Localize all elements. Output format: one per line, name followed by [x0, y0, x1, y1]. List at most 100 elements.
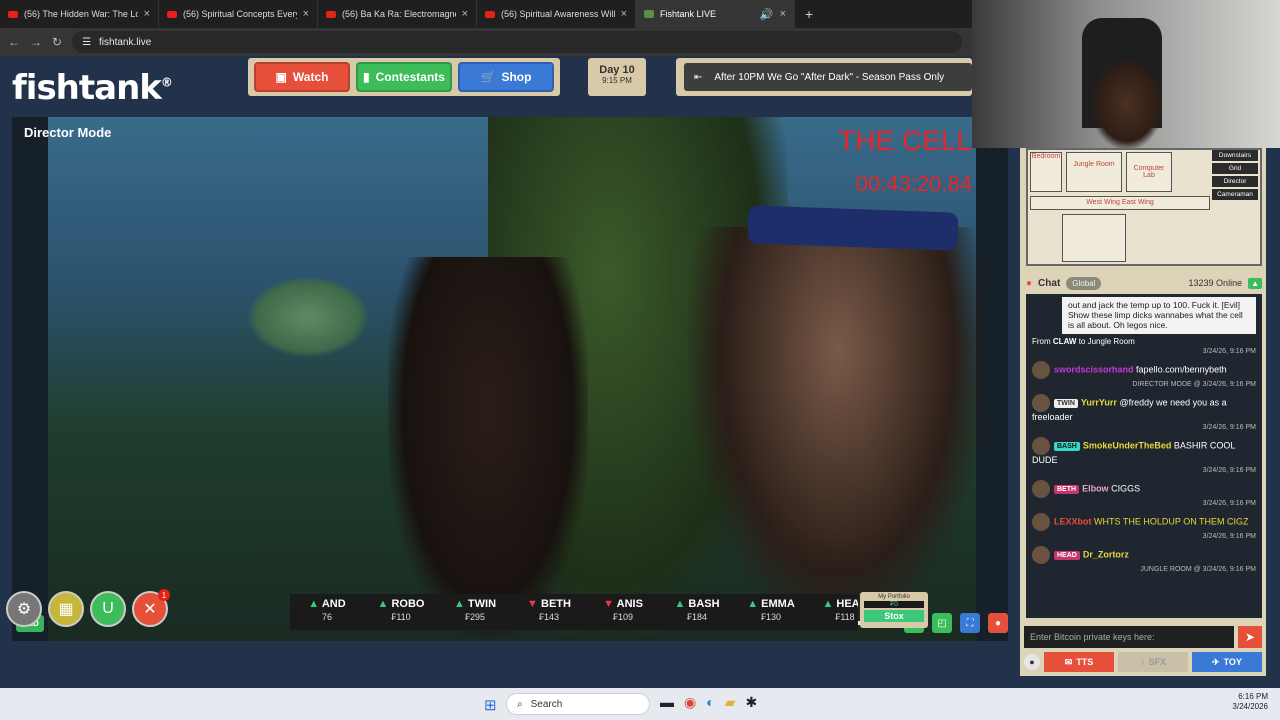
video-player[interactable]: Director Mode THE CELL 00:43:20.84 MED 🔈…	[12, 117, 1008, 641]
ticker-price: ₣143	[538, 612, 560, 622]
chat-input[interactable]: Enter Bitcoin private keys here:	[1024, 626, 1234, 648]
chat-message[interactable]: BETH Elbow CIGGS 3/24/26, 9:16 PM	[1026, 477, 1262, 510]
ticker-item[interactable]: ▲ TWIN ₣295	[438, 594, 512, 630]
close-tab-icon[interactable]: ×	[144, 8, 150, 20]
map-room[interactable]	[1062, 214, 1126, 262]
chat-message[interactable]: swordscissorhand fapello.com/bennybeth DI…	[1026, 358, 1262, 391]
close-tab-icon[interactable]: ×	[303, 8, 309, 20]
forward-icon[interactable]: →	[30, 35, 42, 49]
shop-button[interactable]: 🛒 Shop	[458, 62, 554, 92]
chat-username[interactable]: swordscissorhand	[1054, 364, 1134, 374]
map-room-jungle[interactable]: Jungle Room	[1066, 152, 1122, 192]
chat-username[interactable]: Dr_Zortorz	[1083, 549, 1129, 559]
map-room-bedroom[interactable]: Bedroom	[1030, 152, 1062, 192]
chat-message[interactable]: BASH SmokeUnderTheBed BASHIR COOL DUDE 3/2…	[1026, 434, 1262, 477]
ticker-item[interactable]: ▲ BASH ₣184	[660, 594, 734, 630]
ticker-item[interactable]: ▼ ANIS ₣109	[586, 594, 660, 630]
avatar[interactable]	[1032, 479, 1050, 498]
map-menu-cameraman[interactable]: Cameraman	[1212, 189, 1258, 200]
watch-button[interactable]: ▣ Watch	[254, 62, 350, 92]
ticker-item[interactable]: ▲ EMMA ₣130	[734, 594, 808, 630]
avatar[interactable]	[1032, 360, 1050, 379]
tv-icon: ▣	[275, 70, 287, 84]
global-tab[interactable]: Global	[1066, 276, 1102, 290]
mural-tree	[248, 277, 368, 357]
emoji-icon[interactable]: ●	[1024, 654, 1040, 670]
fishtank-icon	[644, 10, 654, 18]
avatar[interactable]	[1032, 512, 1050, 531]
address-bar[interactable]: ☰ fishtank.live	[72, 31, 962, 53]
task-view-icon[interactable]: ▬	[660, 694, 674, 711]
tools-icon[interactable]: ✕ 1	[132, 589, 170, 627]
map-corridor[interactable]: West Wing East Wing	[1030, 196, 1210, 210]
reload-icon[interactable]: ↻	[52, 35, 62, 49]
ticker-item[interactable]: ▼ BETH ₣143	[512, 594, 586, 630]
chat-messages[interactable]: out and jack the temp up to 100. Fuck it…	[1026, 294, 1262, 618]
chat-username[interactable]: SmokeUnderTheBed	[1083, 440, 1172, 450]
ticker-item[interactable]: ▲ AND 76	[290, 594, 364, 630]
ticker-name: ▲ HEAD	[822, 598, 858, 610]
toy-button[interactable]: ✈ TOY	[1192, 652, 1262, 672]
announcement-text: After 10PM We Go "After Dark" - Season P…	[714, 71, 945, 83]
browser-tab[interactable]: (56) The Hidden War: The Loo ×	[0, 0, 159, 28]
fullscreen-icon[interactable]: ⛶	[960, 613, 980, 633]
system-clock[interactable]: 6:16 PM 3/24/2026	[1232, 692, 1268, 713]
taskbar-search[interactable]: ⌕ Search	[506, 693, 650, 715]
youtube-icon	[485, 10, 495, 18]
map-menu-director[interactable]: Director	[1212, 176, 1258, 187]
file-explorer-icon[interactable]: ▰	[725, 694, 736, 711]
browser-tab-active[interactable]: Fishtank LIVE 🔊 ×	[636, 0, 795, 28]
map-room-computer-lab[interactable]: Computer Lab	[1126, 152, 1172, 192]
settings-gear-icon[interactable]: ⚙	[6, 591, 42, 627]
close-tab-icon[interactable]: ×	[621, 8, 627, 20]
house-map[interactable]: Bedroom Jungle Room Computer Lab West Wi…	[1026, 148, 1262, 266]
chat-text: fapello.com/bennybeth	[1136, 363, 1227, 374]
chat-message[interactable]: out and jack the temp up to 100. Fuck it…	[1026, 294, 1262, 358]
browser-tab[interactable]: (56) Spiritual Awareness Will R ×	[477, 0, 636, 28]
windows-start-icon[interactable]: ⊞	[484, 696, 497, 714]
browser-tab[interactable]: (56) Spiritual Concepts Everyon ×	[159, 0, 318, 28]
chat-message[interactable]: LEXXbot WHTS THE HOLDUP ON THEM CIGZ 3/24…	[1026, 510, 1262, 543]
items-icon[interactable]: ▦	[48, 591, 84, 627]
avatar[interactable]	[1032, 393, 1050, 412]
ticker-item[interactable]: ▲ ROBO ₣110	[364, 594, 438, 630]
chat-username[interactable]: YurrYurr	[1081, 397, 1117, 407]
up-arrow-icon: ▲	[377, 598, 392, 610]
back-icon[interactable]: ←	[8, 35, 20, 49]
chrome-icon[interactable]: ◉	[684, 694, 696, 711]
ticker-price: 76	[321, 612, 332, 622]
chat-username[interactable]: Elbow	[1082, 483, 1109, 493]
close-tab-icon[interactable]: ×	[462, 8, 468, 20]
toy-icon: ✈	[1212, 656, 1220, 667]
avatar[interactable]	[1032, 545, 1050, 564]
record-icon[interactable]: ●	[988, 613, 1008, 633]
pip-icon[interactable]: ◰	[932, 613, 952, 633]
app-icon[interactable]: ✱	[745, 694, 757, 711]
magnet-icon[interactable]: U	[90, 591, 126, 627]
site-info-icon[interactable]: ☰	[82, 37, 91, 48]
contestants-button[interactable]: ▮ Contestants	[356, 62, 452, 92]
up-arrow-icon: ▲	[308, 598, 322, 610]
speaker-icon[interactable]: 🔊	[760, 8, 774, 21]
ticker-price: ₣109	[612, 612, 634, 622]
ticker-item[interactable]: ▲ HEAD ₣118	[808, 594, 858, 630]
avatar[interactable]	[1032, 436, 1050, 455]
map-menu-downstairs[interactable]: Downstairs	[1212, 150, 1258, 161]
send-icon[interactable]: ➤	[1238, 626, 1262, 648]
map-menu-grid[interactable]: Grid	[1212, 163, 1258, 174]
up-arrow-icon: ▲	[822, 598, 837, 610]
stox-button[interactable]: Stox	[864, 610, 924, 622]
chat-username[interactable]: LEXXbot	[1054, 516, 1092, 526]
new-tab-button[interactable]: +	[795, 6, 823, 22]
browser-tab[interactable]: (56) Ba Ka Ra: Electromagnetic ×	[318, 0, 477, 28]
tts-button[interactable]: ✉ TTS	[1044, 652, 1114, 672]
youtube-icon	[167, 10, 177, 18]
ticker-name: ▲ AND	[308, 598, 346, 610]
close-tab-icon[interactable]: ×	[780, 8, 786, 20]
chat-message[interactable]: HEAD Dr_Zortorz JUNGLE ROOM @ 3/24/26, 9:…	[1026, 543, 1262, 576]
chat-message[interactable]: TWIN YurrYurr @freddy we need you as a fr…	[1026, 391, 1262, 434]
collapse-arrow-icon[interactable]: ⇤	[694, 72, 702, 83]
edge-icon[interactable]: ◐	[706, 694, 714, 711]
sfx-button[interactable]: ♪ SFX	[1118, 652, 1188, 672]
fishtank-logo[interactable]: fishtank®	[12, 68, 173, 108]
